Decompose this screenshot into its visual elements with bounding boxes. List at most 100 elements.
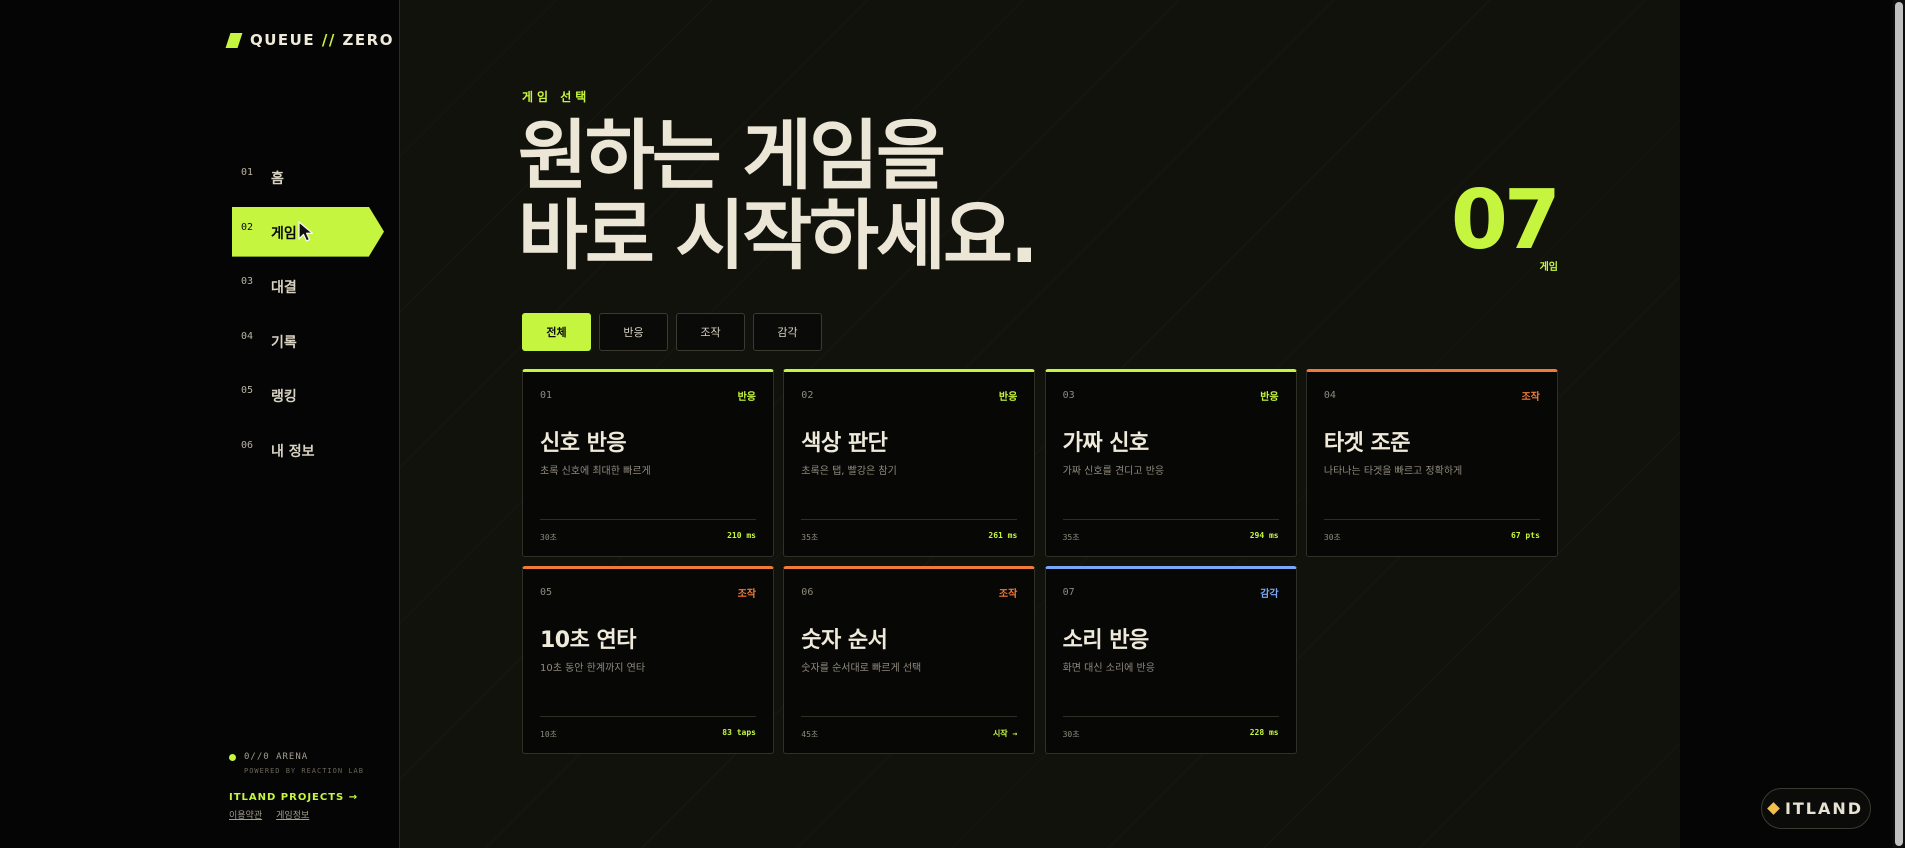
game-number: 04 — [1323, 390, 1336, 401]
nav-number: 02 — [241, 221, 254, 233]
game-best-score: 67 pts — [1510, 531, 1540, 540]
brand-name: QUEUE // ZERO — [250, 31, 394, 49]
card-divider — [801, 716, 1018, 717]
game-title: 소리 반응 — [1062, 628, 1150, 653]
card-divider — [1062, 716, 1279, 717]
sidebar-footer: 0//0 ARENA POWERED BY REACTION LAB ITLAN… — [229, 752, 364, 821]
scrollbar-thumb[interactable] — [1895, 2, 1903, 846]
game-number: 05 — [540, 587, 553, 598]
game-title: 가짜 신호 — [1062, 431, 1150, 456]
game-card[interactable]: 06 조작 숫자 순서 숫자를 순서대로 빠르게 선택 45초 시작 → — [783, 566, 1036, 754]
powered-by: POWERED BY REACTION LAB — [244, 767, 364, 775]
game-card[interactable]: 05 조작 10초 연타 10초 동안 한계까지 연타 10초 83 taps — [522, 566, 774, 754]
game-start-link[interactable]: 시작 → — [993, 728, 1017, 739]
nav-number: 04 — [241, 330, 254, 342]
arena-status: 0//0 ARENA — [229, 752, 364, 762]
nav-item-profile[interactable]: 06 내 정보 — [232, 425, 384, 475]
nav-item-battle[interactable]: 03 대결 — [232, 261, 384, 311]
game-count: 07 — [1450, 173, 1561, 268]
nav-item-records[interactable]: 04 기록 — [232, 316, 384, 366]
game-number: 03 — [1062, 390, 1075, 401]
game-title: 숫자 순서 — [801, 628, 888, 653]
filter-control[interactable]: 조작 — [676, 313, 745, 351]
filter-sense[interactable]: 감각 — [753, 313, 822, 351]
brand-logo[interactable]: QUEUE // ZERO — [225, 31, 394, 49]
card-divider — [1062, 519, 1279, 520]
section-eyebrow: 게임 선택 — [522, 90, 591, 104]
game-duration: 10초 — [540, 730, 557, 739]
game-number: 07 — [1062, 587, 1075, 598]
nav-item-home[interactable]: 01 홈 — [232, 152, 384, 202]
nav-item-games[interactable]: 02 게임 — [232, 206, 384, 257]
game-title: 신호 반응 — [540, 431, 627, 456]
nav-number: 06 — [241, 439, 254, 451]
card-divider — [540, 519, 756, 520]
itland-badge[interactable]: ITLAND — [1761, 788, 1871, 829]
status-text: 0//0 ARENA — [244, 752, 309, 762]
game-category: 반응 — [998, 392, 1018, 403]
nav-number: 03 — [241, 276, 254, 288]
game-card[interactable]: 03 반응 가짜 신호 가짜 신호를 견디고 반응 35초 294 ms — [1044, 369, 1297, 557]
game-description: 가짜 신호를 견디고 반응 — [1062, 466, 1165, 477]
game-best-score: 261 ms — [988, 531, 1018, 540]
game-category: 조작 — [1521, 392, 1540, 403]
status-dot-icon — [229, 753, 236, 761]
game-category: 반응 — [737, 392, 756, 403]
game-grid: 01 반응 신호 반응 초록 신호에 최대한 빠르게 30초 210 ms 02… — [522, 369, 1558, 754]
page-scrollbar[interactable] — [1893, 0, 1905, 848]
nav-label: 대결 — [271, 280, 297, 297]
game-info-link[interactable]: 게임정보 — [276, 808, 309, 821]
card-divider — [540, 716, 756, 717]
game-number: 06 — [801, 587, 814, 598]
nav-number: 01 — [241, 167, 254, 178]
right-margin — [1680, 0, 1905, 848]
game-card[interactable]: 02 반응 색상 판단 초록은 탭, 빨강은 참기 35초 261 ms — [783, 369, 1036, 557]
game-duration: 35초 — [801, 533, 819, 542]
game-description: 초록은 탭, 빨강은 참기 — [801, 466, 897, 477]
game-number: 02 — [801, 390, 814, 401]
game-card[interactable]: 01 반응 신호 반응 초록 신호에 최대한 빠르게 30초 210 ms — [522, 369, 774, 557]
diamond-icon — [1767, 802, 1780, 815]
game-description: 숫자를 순서대로 빠르게 선택 — [801, 663, 922, 674]
game-best-score: 210 ms — [727, 531, 756, 540]
game-title: 10초 연타 — [540, 628, 637, 653]
main-nav: 01 홈 02 게임 03 대결 04 기록 05 랭킹 06 내 정보 — [232, 152, 384, 480]
nav-label: 랭킹 — [271, 389, 297, 406]
game-category: 반응 — [1260, 392, 1279, 403]
game-duration: 30초 — [540, 533, 557, 542]
game-number: 01 — [540, 390, 553, 401]
card-divider — [1323, 519, 1540, 520]
filter-reaction[interactable]: 반응 — [599, 313, 668, 351]
game-title: 색상 판단 — [801, 431, 888, 456]
game-description: 10초 동안 한계까지 연타 — [540, 663, 646, 674]
game-description: 나타나는 타겟을 빠르고 정확하게 — [1323, 466, 1463, 477]
game-category: 조작 — [998, 589, 1018, 600]
badge-label: ITLAND — [1784, 799, 1864, 818]
nav-label: 내 정보 — [271, 443, 315, 460]
filter-all[interactable]: 전체 — [522, 313, 591, 351]
game-duration: 30초 — [1062, 730, 1080, 739]
game-best-score: 294 ms — [1249, 531, 1279, 540]
mouse-cursor-icon — [298, 220, 314, 242]
title-line-1: 원하는 게임을 — [518, 111, 946, 200]
game-best-score: 228 ms — [1249, 728, 1279, 737]
game-card[interactable]: 04 조작 타겟 조준 나타나는 타겟을 빠르고 정확하게 30초 67 pts — [1305, 369, 1558, 557]
game-description: 화면 대신 소리에 반응 — [1062, 663, 1155, 674]
game-duration: 45초 — [801, 730, 819, 739]
itland-projects-link[interactable]: ITLAND PROJECTS → — [229, 792, 364, 803]
nav-item-ranking[interactable]: 05 랭킹 — [232, 370, 384, 420]
nav-label: 기록 — [271, 334, 297, 351]
game-count-label: 게임 — [1539, 262, 1558, 273]
sidebar: QUEUE // ZERO 01 홈 02 게임 03 대결 04 기록 05 … — [0, 0, 400, 848]
game-title: 타겟 조준 — [1323, 431, 1411, 456]
game-category: 감각 — [1260, 589, 1279, 600]
game-category: 조작 — [737, 589, 756, 600]
game-card[interactable]: 07 감각 소리 반응 화면 대신 소리에 반응 30초 228 ms — [1044, 566, 1297, 754]
game-best-score: 83 taps — [722, 728, 756, 737]
title-line-2: 바로 시작하세요. — [518, 191, 1039, 280]
game-description: 초록 신호에 최대한 빠르게 — [540, 466, 651, 477]
game-duration: 35초 — [1062, 533, 1080, 542]
terms-link[interactable]: 이용약관 — [229, 808, 262, 821]
page-title: 원하는 게임을 바로 시작하세요. — [518, 111, 1039, 280]
nav-label: 홈 — [271, 171, 284, 187]
